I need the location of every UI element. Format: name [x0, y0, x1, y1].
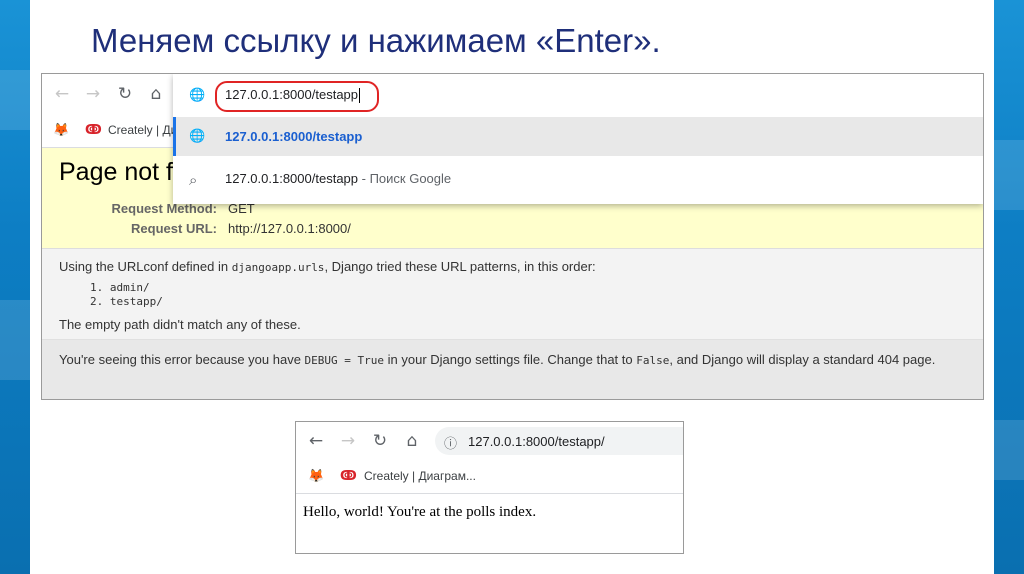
- reload-icon[interactable]: ↻: [115, 84, 135, 104]
- slide-title: Меняем ссылку и нажимаем «Enter».: [91, 22, 661, 59]
- address-bar[interactable]: ⓘ 127.0.0.1:8000/testapp/: [435, 427, 683, 455]
- django-explanation-section: [42, 340, 983, 399]
- debug-explanation: You're seeing this error because you hav…: [59, 352, 936, 367]
- request-url-value: http://127.0.0.1:8000/: [228, 221, 351, 236]
- globe-icon: 🌐: [189, 129, 206, 144]
- forward-icon[interactable]: →: [83, 84, 103, 104]
- browser-screenshot-2: ← → ↻ ⌂ ⓘ 127.0.0.1:8000/testapp/ 🦊 ↂ Cr…: [295, 421, 684, 554]
- empty-path-message: The empty path didn't match any of these…: [59, 317, 301, 332]
- url-pattern-item: 2. testapp/: [90, 295, 163, 308]
- highlight-ring: [215, 81, 379, 112]
- omnibox-input-row[interactable]: 🌐 127.0.0.1:8000/testapp: [173, 74, 983, 116]
- fox-icon[interactable]: 🦊: [308, 469, 324, 484]
- home-icon[interactable]: ⌂: [402, 431, 422, 451]
- page-body-text: Hello, world! You're at the polls index.: [303, 504, 537, 520]
- back-icon[interactable]: ←: [52, 84, 72, 104]
- url-pattern-item: 1. admin/: [90, 281, 150, 294]
- creately-icon[interactable]: ↂ: [340, 469, 357, 484]
- address-text[interactable]: 127.0.0.1:8000/testapp/: [468, 434, 605, 449]
- page-title: Page not f: [59, 158, 173, 186]
- fox-icon[interactable]: 🦊: [53, 123, 69, 138]
- suggestion-search[interactable]: 127.0.0.1:8000/testapp - Поиск Google: [225, 171, 451, 186]
- reload-icon[interactable]: ↻: [370, 431, 390, 451]
- bookmarks-bar: 🦊 ↂ Creately | Диаграм...: [296, 460, 683, 494]
- creately-icon[interactable]: ↂ: [85, 123, 102, 138]
- forward-icon[interactable]: →: [338, 431, 358, 451]
- bookmark-creately-label[interactable]: Creately | Диаграм...: [364, 469, 476, 483]
- info-icon[interactable]: ⓘ: [444, 433, 457, 452]
- search-icon: ⌕: [189, 171, 198, 189]
- browser-toolbar: ← → ↻ ⌂ ⓘ 127.0.0.1:8000/testapp/: [296, 422, 683, 460]
- suggestion-row-selected[interactable]: 🌐 127.0.0.1:8000/testapp: [173, 117, 983, 156]
- suggestion-row-search[interactable]: ⌕ 127.0.0.1:8000/testapp - Поиск Google: [173, 157, 983, 201]
- request-url-label: Request URL:: [131, 221, 217, 236]
- back-icon[interactable]: ←: [306, 431, 326, 451]
- slide-left-band: [0, 0, 30, 574]
- home-icon[interactable]: ⌂: [146, 84, 166, 104]
- browser-screenshot-1: ← → ↻ ⌂ 🦊 ↂ Creately | Диаг Page not f R…: [41, 73, 984, 400]
- globe-icon: 🌐: [189, 88, 206, 103]
- suggestion-url[interactable]: 127.0.0.1:8000/testapp: [225, 129, 362, 144]
- omnibox-dropdown: 🌐 127.0.0.1:8000/testapp 🌐 127.0.0.1:800…: [173, 74, 983, 204]
- urlconf-text: Using the URLconf defined in djangoapp.u…: [59, 259, 596, 274]
- slide-right-band: [994, 0, 1024, 574]
